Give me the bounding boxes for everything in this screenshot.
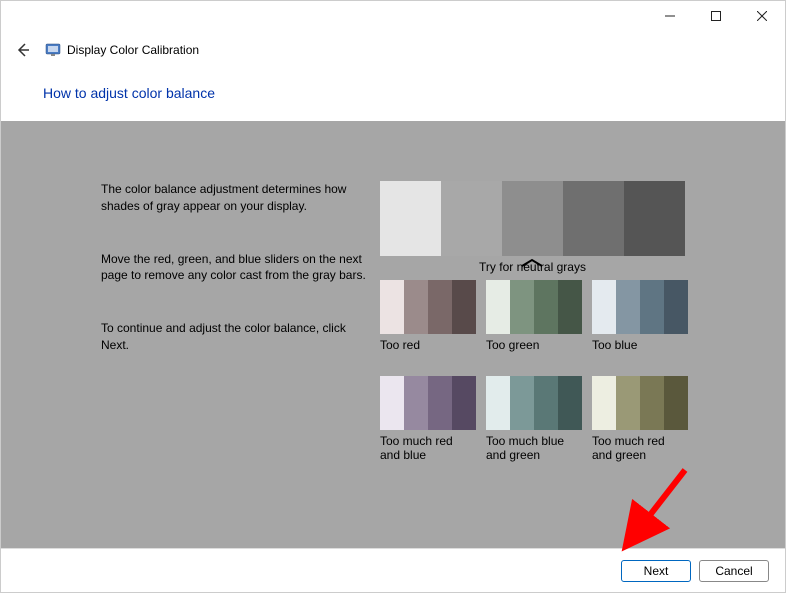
swatch (510, 280, 534, 334)
instruction-p1: The color balance adjustment determines … (101, 181, 376, 215)
swatch (404, 376, 428, 430)
example-label: Too blue (592, 338, 688, 366)
example-cell: Too much red and green (592, 376, 688, 462)
titlebar (1, 1, 785, 31)
gradient-swatch (441, 181, 502, 256)
swatch (592, 376, 616, 430)
back-button[interactable] (11, 38, 35, 62)
instruction-p2: Move the red, green, and blue sliders on… (101, 251, 376, 285)
maximize-button[interactable] (693, 1, 739, 31)
instructions-column: The color balance adjustment determines … (101, 181, 376, 472)
examples-grid: Too red Too green Too blue Too much red and… (380, 280, 700, 472)
swatch (486, 280, 510, 334)
app-title: Display Color Calibration (67, 43, 199, 57)
app-icon (45, 42, 61, 58)
swatch (510, 376, 534, 430)
example-label: Too red (380, 338, 476, 366)
swatch (558, 376, 582, 430)
examples-column: Try for neutral grays Too redToo greenTo… (376, 181, 785, 472)
swatch (428, 376, 452, 430)
swatch (428, 280, 452, 334)
example-label: Too much red and green (592, 434, 688, 462)
example-swatches (380, 280, 476, 334)
example-cell: Too much blue and green (486, 376, 582, 462)
window-controls (647, 1, 785, 31)
example-swatches (486, 376, 582, 430)
gradient-swatch (502, 181, 563, 256)
swatch (640, 376, 664, 430)
example-swatches (592, 280, 688, 334)
header: Display Color Calibration (1, 31, 785, 69)
example-label: Too much blue and green (486, 434, 582, 462)
neutral-caret-row: Try for neutral grays (380, 260, 685, 280)
swatch (486, 376, 510, 430)
example-label: Too much red and blue (380, 434, 476, 462)
example-cell: Too red (380, 280, 476, 366)
swatch (616, 280, 640, 334)
example-label: Too green (486, 338, 582, 366)
gradient-swatch (563, 181, 624, 256)
example-cell: Too green (486, 280, 582, 366)
swatch (664, 280, 688, 334)
close-button[interactable] (739, 1, 785, 31)
example-swatches (592, 376, 688, 430)
minimize-button[interactable] (647, 1, 693, 31)
swatch (452, 280, 476, 334)
swatch (380, 280, 404, 334)
example-swatches (486, 280, 582, 334)
page-heading-row: How to adjust color balance (1, 69, 785, 121)
swatch (640, 280, 664, 334)
swatch (534, 376, 558, 430)
cancel-button[interactable]: Cancel (699, 560, 769, 582)
swatch (592, 280, 616, 334)
swatch (452, 376, 476, 430)
content-area: The color balance adjustment determines … (1, 121, 785, 566)
neutral-gradient-bar (380, 181, 685, 256)
instruction-p3: To continue and adjust the color balance… (101, 320, 376, 354)
swatch (534, 280, 558, 334)
gradient-swatch (380, 181, 441, 256)
swatch (558, 280, 582, 334)
swatch (664, 376, 688, 430)
swatch (380, 376, 404, 430)
footer: Next Cancel (1, 548, 785, 592)
caret-up-icon (520, 258, 544, 268)
next-button[interactable]: Next (621, 560, 691, 582)
swatch (404, 280, 428, 334)
example-cell: Too blue (592, 280, 688, 366)
page-heading: How to adjust color balance (43, 85, 785, 101)
swatch (616, 376, 640, 430)
gradient-swatch (624, 181, 685, 256)
example-swatches (380, 376, 476, 430)
example-cell: Too much red and blue (380, 376, 476, 462)
